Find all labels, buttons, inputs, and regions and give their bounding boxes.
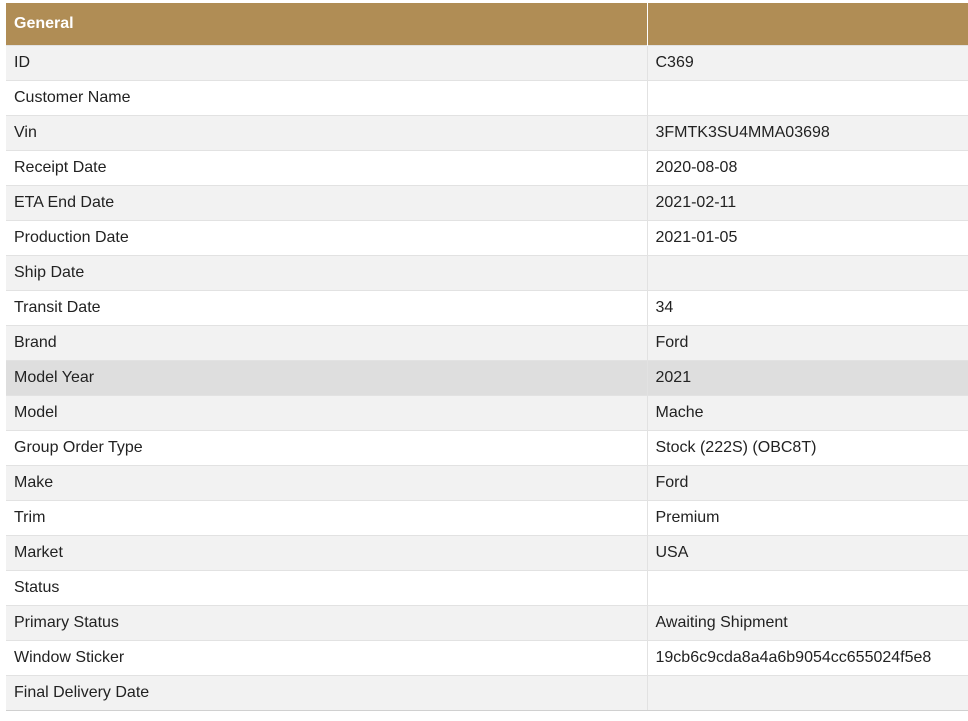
section-title: General xyxy=(6,3,648,46)
row-label: Market xyxy=(6,535,648,571)
row-label: Transit Date xyxy=(6,290,648,326)
table-row-primary-status: Primary Status Awaiting Shipment xyxy=(6,605,968,641)
row-value: 34 xyxy=(647,290,968,326)
table-row-transit-date: Transit Date 34 xyxy=(6,290,968,326)
table-row-status: Status xyxy=(6,570,968,606)
row-label: Customer Name xyxy=(6,80,648,116)
row-label: Receipt Date xyxy=(6,150,648,186)
row-value: 3FMTK3SU4MMA03698 xyxy=(647,115,968,151)
table-row-model-year: Model Year 2021 xyxy=(6,360,968,396)
row-label: ETA End Date xyxy=(6,185,648,221)
table-row-customer-name: Customer Name xyxy=(6,80,968,116)
row-value xyxy=(647,255,968,291)
table-header-row: General xyxy=(6,3,968,46)
table-row-make: Make Ford xyxy=(6,465,968,501)
row-value: Ford xyxy=(647,325,968,361)
row-value: C369 xyxy=(647,45,968,81)
row-label: Final Delivery Date xyxy=(6,675,648,711)
row-value: 2020-08-08 xyxy=(647,150,968,186)
table-row-id: ID C369 xyxy=(6,45,968,81)
row-label: Model Year xyxy=(6,360,648,396)
row-label: Status xyxy=(6,570,648,606)
row-value xyxy=(647,570,968,606)
row-label: Trim xyxy=(6,500,648,536)
row-label: Make xyxy=(6,465,648,501)
table-row-model: Model Mache xyxy=(6,395,968,431)
row-value: 19cb6c9cda8a4a6b9054cc655024f5e8 xyxy=(647,640,968,676)
value-column-header xyxy=(647,3,968,46)
table-row-final-delivery-date: Final Delivery Date xyxy=(6,675,968,711)
general-details-panel: General ID C369 Customer Name Vin 3FMTK3… xyxy=(6,3,968,711)
table-row-group-order-type: Group Order Type Stock (222S) (OBC8T) xyxy=(6,430,968,466)
row-label: Model xyxy=(6,395,648,431)
row-label: ID xyxy=(6,45,648,81)
row-label: Group Order Type xyxy=(6,430,648,466)
row-value: USA xyxy=(647,535,968,571)
table-row-ship-date: Ship Date xyxy=(6,255,968,291)
row-label: Brand xyxy=(6,325,648,361)
row-value: Mache xyxy=(647,395,968,431)
row-value: Awaiting Shipment xyxy=(647,605,968,641)
row-label: Production Date xyxy=(6,220,648,256)
table-row-window-sticker: Window Sticker 19cb6c9cda8a4a6b9054cc655… xyxy=(6,640,968,676)
row-value: Stock (222S) (OBC8T) xyxy=(647,430,968,466)
row-label: Primary Status xyxy=(6,605,648,641)
table-row-trim: Trim Premium xyxy=(6,500,968,536)
row-value: 2021 xyxy=(647,360,968,396)
table-row-production-date: Production Date 2021-01-05 xyxy=(6,220,968,256)
row-label: Ship Date xyxy=(6,255,648,291)
row-value: Ford xyxy=(647,465,968,501)
row-value: 2021-02-11 xyxy=(647,185,968,221)
table-row-market: Market USA xyxy=(6,535,968,571)
table-row-vin: Vin 3FMTK3SU4MMA03698 xyxy=(6,115,968,151)
row-value xyxy=(647,80,968,116)
table-row-brand: Brand Ford xyxy=(6,325,968,361)
row-value xyxy=(647,675,968,711)
row-label: Vin xyxy=(6,115,648,151)
table-row-receipt-date: Receipt Date 2020-08-08 xyxy=(6,150,968,186)
row-label: Window Sticker xyxy=(6,640,648,676)
row-value: 2021-01-05 xyxy=(647,220,968,256)
table-row-eta-end-date: ETA End Date 2021-02-11 xyxy=(6,185,968,221)
general-details-table: General ID C369 Customer Name Vin 3FMTK3… xyxy=(6,3,968,711)
row-value: Premium xyxy=(647,500,968,536)
